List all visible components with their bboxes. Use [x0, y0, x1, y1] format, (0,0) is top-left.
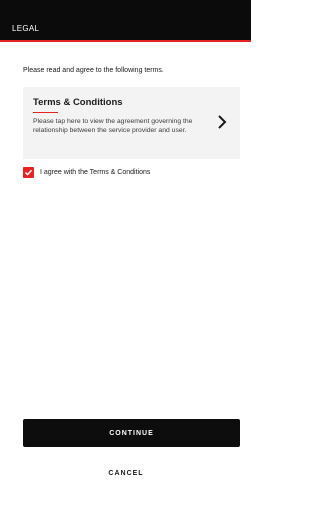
terms-card-description: Please tap here to view the agreement go… [33, 118, 193, 134]
chevron-right-icon[interactable] [216, 114, 228, 130]
title-underline [33, 112, 58, 113]
cancel-button[interactable]: CANCEL [90, 465, 162, 481]
agree-row[interactable]: I agree with the Terms & Conditions [23, 166, 150, 178]
continue-button[interactable]: CONTINUE [23, 419, 240, 447]
intro-text: Please read and agree to the following t… [23, 67, 164, 74]
terms-card[interactable]: Terms & Conditions Please tap here to vi… [23, 87, 240, 159]
agree-checkbox[interactable] [23, 166, 34, 178]
agree-label: I agree with the Terms & Conditions [40, 168, 151, 176]
terms-card-title: Terms & Conditions [33, 97, 123, 108]
check-icon [24, 169, 33, 176]
continue-label: CONTINUE [109, 429, 154, 437]
page-title: LEGAL [12, 24, 40, 33]
cancel-label: CANCEL [108, 469, 144, 477]
app-header: LEGAL [0, 0, 251, 42]
